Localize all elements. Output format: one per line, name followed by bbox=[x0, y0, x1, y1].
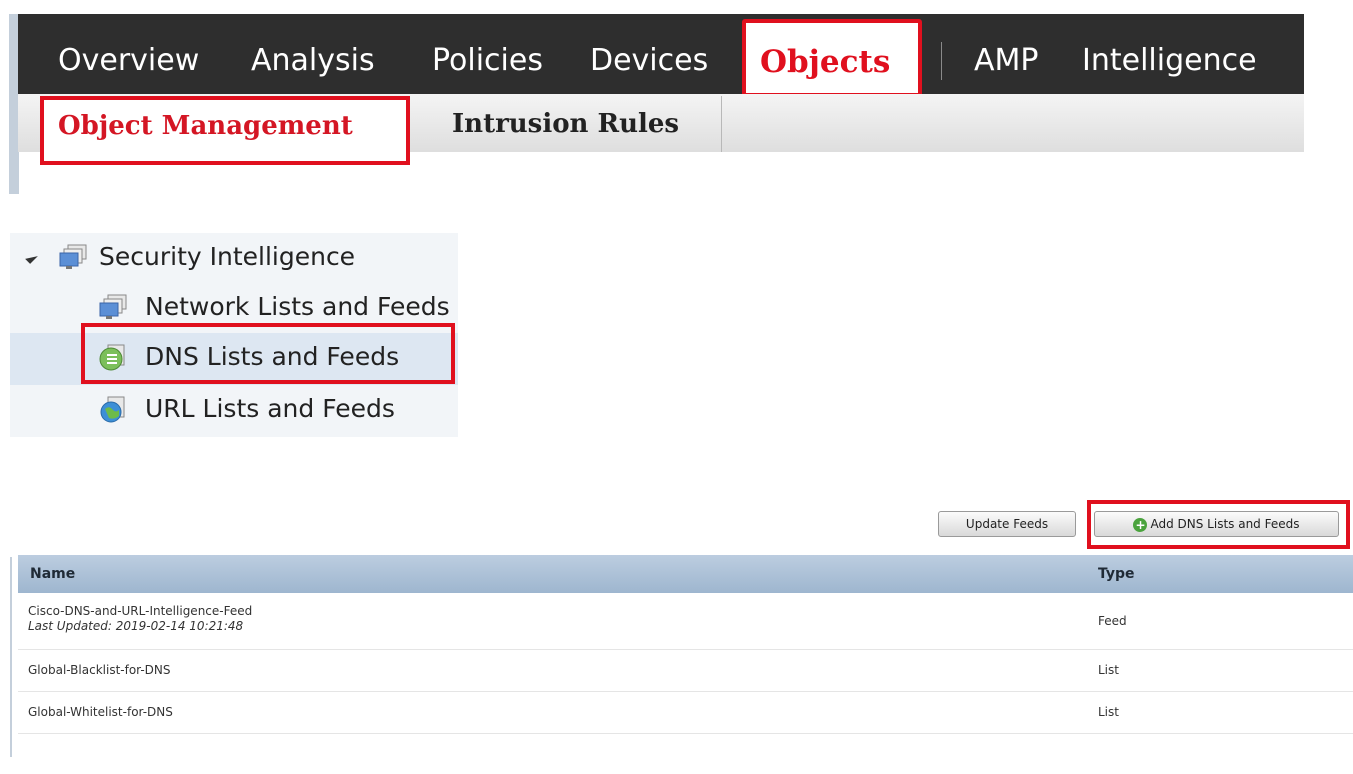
add-icon: + bbox=[1133, 517, 1148, 532]
expand-arrow-icon[interactable] bbox=[25, 251, 38, 264]
table-row[interactable]: Global-Blacklist-for-DNS List bbox=[18, 650, 1353, 692]
tab-intrusion-rules-label: Intrusion Rules bbox=[452, 109, 680, 139]
table-header: Name Type bbox=[18, 555, 1353, 593]
table-row[interactable]: Cisco-DNS-and-URL-Intelligence-Feed Last… bbox=[18, 593, 1353, 650]
nav-objects[interactable]: Objects bbox=[742, 19, 922, 97]
dns-lists-table: Name Type Cisco-DNS-and-URL-Intelligence… bbox=[18, 555, 1353, 734]
add-dns-lists-button[interactable]: + Add DNS Lists and Feeds bbox=[1094, 511, 1339, 537]
url-list-icon bbox=[100, 396, 125, 423]
dns-lists-highlight-box bbox=[81, 323, 455, 384]
nav-intelligence[interactable]: Intelligence bbox=[1082, 44, 1257, 78]
update-feeds-button[interactable]: Update Feeds bbox=[938, 511, 1076, 537]
tab-object-management-label: Object Management bbox=[58, 111, 353, 141]
nav-devices[interactable]: Devices bbox=[590, 44, 708, 78]
nav-analysis[interactable]: Analysis bbox=[251, 44, 375, 78]
tree-item-label: URL Lists and Feeds bbox=[145, 394, 395, 423]
row-name: Global-Blacklist-for-DNS bbox=[28, 663, 171, 677]
tree-item-url-lists[interactable]: URL Lists and Feeds bbox=[10, 385, 458, 437]
row-type: List bbox=[1098, 663, 1119, 677]
column-header-type[interactable]: Type bbox=[1098, 566, 1135, 582]
nav-policies[interactable]: Policies bbox=[432, 44, 543, 78]
column-header-name[interactable]: Name bbox=[30, 566, 75, 582]
nav-objects-label: Objects bbox=[760, 44, 891, 80]
tree-item-label: Network Lists and Feeds bbox=[145, 292, 450, 321]
row-name: Global-Whitelist-for-DNS bbox=[28, 705, 173, 719]
network-objects-icon bbox=[59, 244, 87, 269]
add-dns-lists-button-label: Add DNS Lists and Feeds bbox=[1150, 517, 1300, 531]
network-list-icon bbox=[99, 294, 127, 319]
table-row[interactable]: Global-Whitelist-for-DNS List bbox=[18, 692, 1353, 734]
tab-object-management[interactable]: Object Management bbox=[40, 96, 410, 165]
row-type: List bbox=[1098, 705, 1119, 719]
tree-item-label: Security Intelligence bbox=[99, 242, 356, 271]
tab-intrusion-rules[interactable]: Intrusion Rules bbox=[420, 96, 722, 152]
left-edge-bar-lower bbox=[10, 557, 12, 757]
nav-overview[interactable]: Overview bbox=[58, 44, 199, 78]
row-last-updated: Last Updated: 2019-02-14 10:21:48 bbox=[28, 619, 244, 633]
row-type: Feed bbox=[1098, 614, 1127, 628]
nav-amp[interactable]: AMP bbox=[974, 44, 1039, 78]
row-name: Cisco-DNS-and-URL-Intelligence-Feed bbox=[28, 604, 253, 618]
nav-divider bbox=[941, 42, 942, 80]
tree-item-security-intelligence[interactable]: Security Intelligence bbox=[10, 233, 458, 285]
